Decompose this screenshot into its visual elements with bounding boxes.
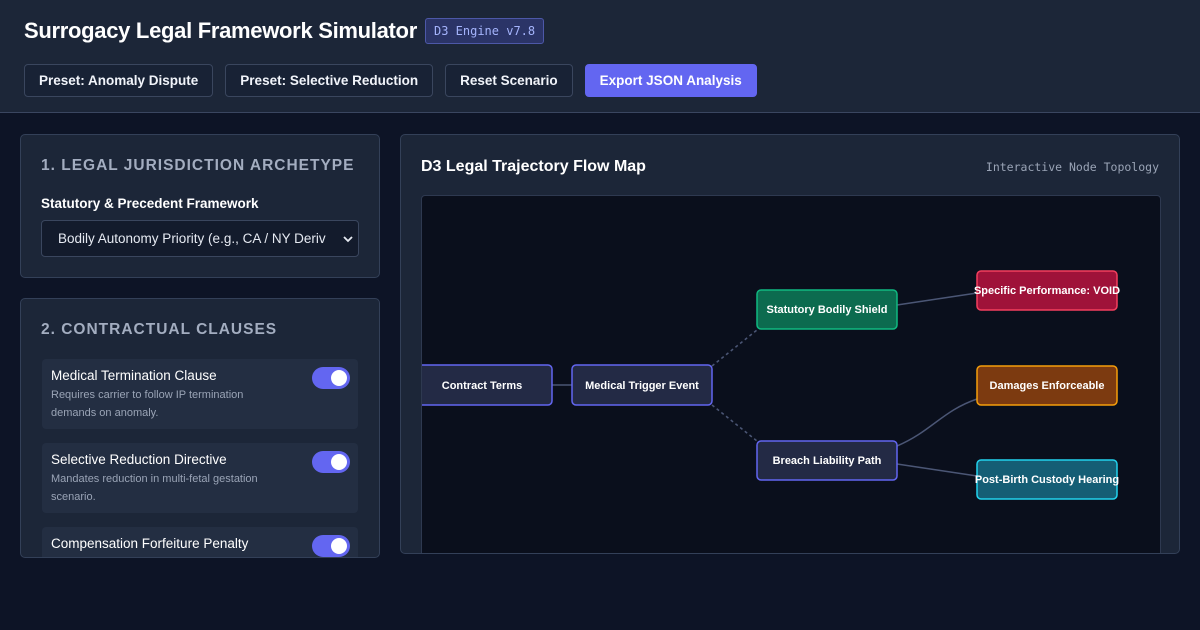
compensation-forfeiture-toggle[interactable]	[312, 535, 350, 557]
node-label: Breach Liability Path	[773, 455, 882, 467]
node-damages-enforceable[interactable]: Damages Enforceable	[976, 365, 1118, 406]
clause-item: Medical Termination Clause Requires carr…	[42, 359, 358, 429]
node-label: Contract Terms	[442, 380, 522, 392]
clause-name: Medical Termination Clause	[51, 368, 217, 383]
preset-anomaly-dispute-button[interactable]: Preset: Anomaly Dispute	[24, 64, 214, 97]
node-medical-trigger[interactable]: Medical Trigger Event	[571, 364, 713, 406]
link-trigger-shield	[711, 329, 758, 367]
jurisdiction-section-title: 1. LEGAL JURISDICTION ARCHETYPE	[41, 157, 355, 174]
clause-description: Requires carrier to follow IP terminatio…	[51, 389, 244, 419]
reset-scenario-button[interactable]: Reset Scenario	[445, 64, 573, 97]
flow-map-canvas[interactable]: Contract Terms Medical Trigger Event Sta…	[421, 195, 1161, 553]
medical-termination-toggle[interactable]	[312, 367, 350, 389]
preset-selective-reduction-button[interactable]: Preset: Selective Reduction	[225, 64, 434, 97]
toggle-knob	[331, 454, 347, 470]
node-specific-performance-void[interactable]: Specific Performance: VOID	[974, 270, 1120, 311]
clause-item: Selective Reduction Directive Mandates r…	[42, 443, 358, 513]
flow-map-svg: Contract Terms Medical Trigger Event Sta…	[422, 270, 1120, 500]
selective-reduction-toggle[interactable]	[312, 451, 350, 473]
engine-version-badge: D3 Engine v7.8	[424, 18, 545, 44]
link-trigger-breach	[711, 404, 758, 442]
link-breach-damages	[896, 398, 978, 447]
clauses-panel: 2. CONTRACTUAL CLAUSES Medical Terminati…	[20, 298, 380, 558]
toolbar: Preset: Anomaly Dispute Preset: Selectiv…	[24, 64, 769, 97]
node-label: Medical Trigger Event	[585, 380, 699, 392]
node-breach-liability[interactable]: Breach Liability Path	[756, 440, 898, 481]
toggle-knob	[331, 370, 347, 386]
flow-map-title: D3 Legal Trajectory Flow Map	[421, 158, 646, 175]
jurisdiction-panel: 1. LEGAL JURISDICTION ARCHETYPE Statutor…	[20, 134, 380, 278]
node-statutory-shield[interactable]: Statutory Bodily Shield	[756, 289, 898, 330]
link-breach-custody	[896, 463, 978, 477]
app-title: Surrogacy Legal Framework Simulator	[24, 18, 417, 43]
node-label: Post-Birth Custody Hearing	[975, 474, 1119, 486]
framework-select[interactable]: Bodily Autonomy Priority (e.g., CA / NY …	[41, 220, 359, 257]
node-label: Statutory Bodily Shield	[766, 304, 887, 316]
node-custody-hearing[interactable]: Post-Birth Custody Hearing	[975, 459, 1119, 500]
app-header: Surrogacy Legal Framework Simulator D3 E…	[0, 0, 1200, 113]
chevron-down-icon	[342, 233, 354, 245]
framework-field-label: Statutory & Precedent Framework	[41, 196, 259, 211]
toggle-knob	[331, 538, 347, 554]
framework-select-value: Bodily Autonomy Priority (e.g., CA / NY …	[58, 231, 326, 246]
clauses-section-title: 2. CONTRACTUAL CLAUSES	[41, 321, 278, 338]
node-label: Damages Enforceable	[990, 380, 1105, 392]
clause-description: Mandates reduction in multi-fetal gestat…	[51, 473, 258, 503]
clause-name: Compensation Forfeiture Penalty	[51, 536, 249, 551]
clause-item: Compensation Forfeiture Penalty	[42, 527, 358, 557]
flow-map-panel: D3 Legal Trajectory Flow Map Interactive…	[400, 134, 1180, 554]
link-shield-void	[896, 292, 978, 306]
node-label: Specific Performance: VOID	[974, 285, 1120, 297]
node-contract-terms[interactable]: Contract Terms	[422, 364, 553, 406]
flow-map-subtitle: Interactive Node Topology	[985, 160, 1159, 174]
export-json-button[interactable]: Export JSON Analysis	[584, 64, 757, 97]
clause-name: Selective Reduction Directive	[51, 452, 227, 467]
